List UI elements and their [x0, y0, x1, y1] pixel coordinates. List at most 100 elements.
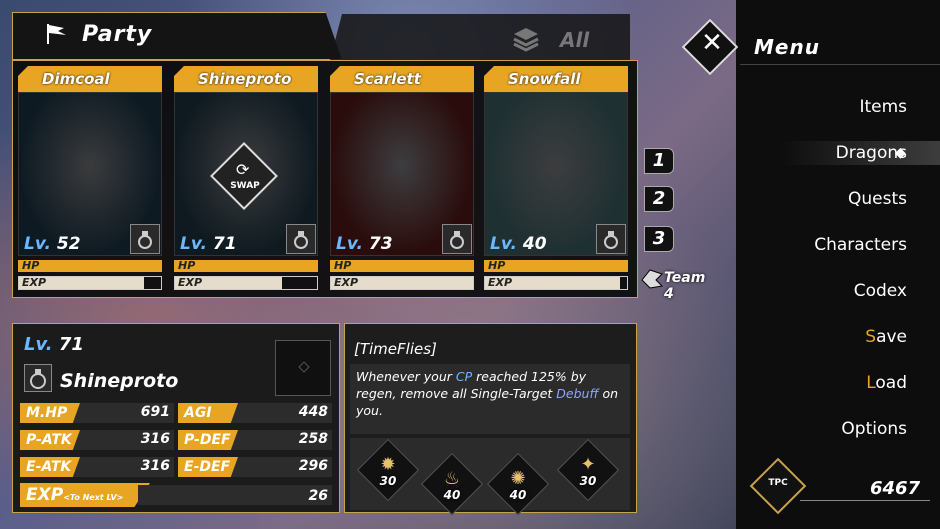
- menu-item-rest: ave: [876, 327, 907, 347]
- menu-item-hotkey: S: [865, 327, 877, 347]
- potion-icon[interactable]: [596, 224, 626, 254]
- flame-icon: ♨: [443, 468, 461, 489]
- stat-value: 296: [298, 458, 328, 474]
- level-prefix: Lv.: [180, 234, 207, 254]
- menu-panel: [736, 0, 940, 529]
- skill-desc-part: Whenever your: [356, 369, 456, 384]
- dragon-card[interactable]: Shineproto Lv. 71 HP EXP ⟳ SWAP: [170, 66, 318, 296]
- burst-icon: ✹: [380, 454, 396, 475]
- stat-label: E-DEF: [178, 457, 238, 477]
- level-value: 52: [56, 234, 81, 254]
- level-prefix: Lv.: [336, 234, 363, 254]
- menu-item-hotkey: L: [866, 373, 876, 393]
- level-value: 71: [212, 234, 237, 254]
- potion-icon[interactable]: [286, 224, 316, 254]
- hp-bar: [330, 260, 474, 272]
- dragon-name: Snowfall: [508, 70, 581, 88]
- dragon-level: Lv. 52: [24, 234, 81, 254]
- stat-value: 316: [140, 458, 170, 474]
- stat-value-bg: 691: [70, 403, 174, 423]
- stat-label: P-ATK: [20, 430, 80, 450]
- stat-label: E-ATK: [20, 457, 80, 477]
- detail-level-value: 71: [58, 334, 84, 355]
- menu-item-rest: oad: [875, 373, 907, 393]
- selected-diamond-icon: ◆: [895, 145, 906, 161]
- team-2-button[interactable]: 2: [644, 186, 674, 212]
- flag-icon: [47, 24, 66, 44]
- exp-to-next-row: EXP<To Next LV> 26: [20, 483, 332, 507]
- exp-label-text: EXP: [26, 485, 64, 505]
- stat-value: 691: [140, 404, 170, 420]
- team-1-button[interactable]: 1: [644, 148, 674, 174]
- menu-item-quests[interactable]: Quests: [848, 189, 907, 209]
- stat-label: P-DEF: [178, 430, 238, 450]
- skill-cost: 30: [379, 474, 397, 488]
- stat-row: 316 E-ATK: [20, 457, 174, 477]
- close-icon: ✕: [701, 28, 723, 58]
- dragon-card[interactable]: Scarlett Lv. 73 HP EXP: [326, 66, 474, 296]
- skill-desc-debuff: Debuff: [556, 386, 599, 401]
- dragon-level: Lv. 73: [336, 234, 393, 254]
- hp-label: HP: [22, 259, 40, 272]
- dragon-name: Scarlett: [354, 70, 421, 88]
- skill-desc-cp: CP: [455, 369, 473, 384]
- emblem-slot[interactable]: [275, 340, 331, 396]
- exp-label: EXP: [334, 276, 359, 289]
- menu-item-save[interactable]: Save: [865, 327, 907, 347]
- stat-value-bg: 258: [228, 430, 332, 450]
- hp-bar: [18, 260, 162, 272]
- menu-item-load[interactable]: Load: [866, 373, 907, 393]
- exp-value: 26: [308, 488, 328, 504]
- tpc-label: TPC: [768, 478, 788, 488]
- dragon-card[interactable]: Snowfall Lv. 40 HP EXP: [480, 66, 628, 296]
- level-value: 40: [522, 234, 547, 254]
- hp-label: HP: [334, 259, 352, 272]
- stat-label: M.HP: [20, 403, 80, 423]
- team-4-button[interactable]: Team 4: [640, 266, 710, 302]
- detail-level-prefix: Lv.: [24, 334, 53, 355]
- exp-label: EXP<To Next LV>: [20, 483, 150, 507]
- dragon-name: Shineproto: [198, 70, 292, 88]
- stat-value-bg: 448: [228, 403, 332, 423]
- dragon-level: Lv. 40: [490, 234, 547, 254]
- level-value: 73: [368, 234, 393, 254]
- skill-cost: 30: [579, 474, 597, 488]
- hp-bar: [484, 260, 628, 272]
- crystal-icon: ✦: [580, 454, 596, 475]
- skill-cost: 40: [443, 488, 461, 502]
- exp-label: EXP: [488, 276, 513, 289]
- skill-title: [TimeFlies]: [354, 340, 437, 358]
- dragon-head-icon: [641, 269, 664, 289]
- dragon-card[interactable]: Dimcoal Lv. 52 HP EXP: [14, 66, 162, 296]
- stat-label: AGI: [178, 403, 238, 423]
- menu-item-options[interactable]: Options: [841, 419, 907, 439]
- potion-icon[interactable]: [442, 224, 472, 254]
- menu-item-items[interactable]: Items: [859, 97, 907, 117]
- potion-icon[interactable]: [24, 364, 52, 392]
- orbit-icon: ✺: [510, 468, 526, 489]
- tpc-value: 6467: [870, 478, 921, 499]
- hp-label: HP: [488, 259, 506, 272]
- stat-row: 448 AGI: [178, 403, 332, 423]
- stat-value: 448: [298, 404, 328, 420]
- menu-divider: [740, 64, 940, 65]
- team-3-button[interactable]: 3: [644, 226, 674, 252]
- all-label: All: [560, 28, 590, 52]
- stat-row: 691 M.HP: [20, 403, 174, 423]
- exp-sub-label: <To Next LV>: [63, 493, 124, 502]
- party-title: Party: [82, 22, 153, 47]
- stat-row: 296 E-DEF: [178, 457, 332, 477]
- skill-description: Whenever your CP reached 125% by regen, …: [350, 364, 630, 434]
- skill-cost: 40: [509, 488, 527, 502]
- stat-value-bg: 316: [70, 430, 174, 450]
- menu-item-codex[interactable]: Codex: [854, 281, 907, 301]
- menu-item-characters[interactable]: Characters: [814, 235, 907, 255]
- team-4-label: Team 4: [664, 270, 706, 302]
- stat-value: 316: [140, 431, 170, 447]
- exp-label: EXP: [22, 276, 47, 289]
- stat-value: 258: [298, 431, 328, 447]
- swap-label: SWAP: [230, 181, 260, 191]
- stat-row: 258 P-DEF: [178, 430, 332, 450]
- potion-icon[interactable]: [130, 224, 160, 254]
- layers-icon: [513, 28, 539, 52]
